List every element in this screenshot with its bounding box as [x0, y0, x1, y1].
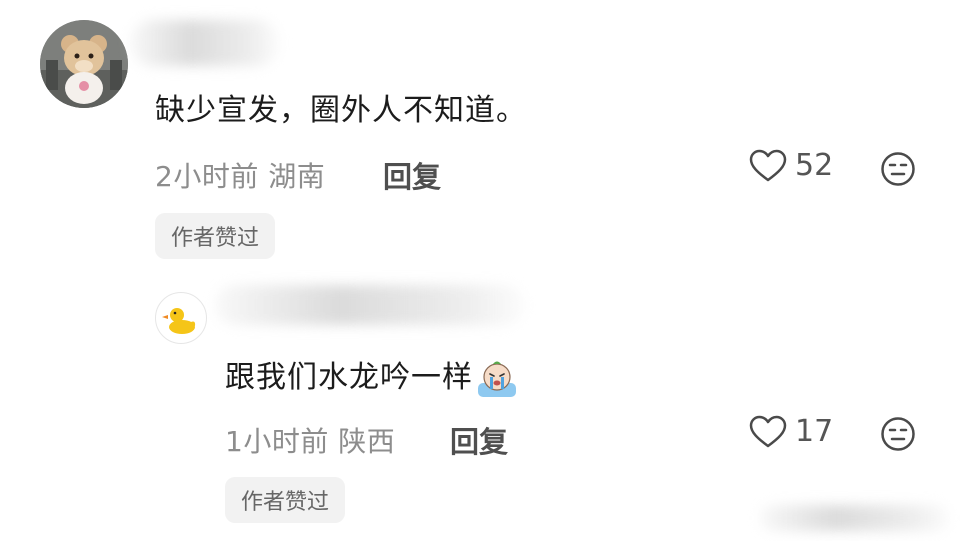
- comment-time: 1小时前: [225, 425, 329, 458]
- like-button[interactable]: 17: [749, 414, 833, 449]
- unamused-face-icon: [881, 417, 915, 451]
- bear-avatar-icon: [40, 20, 128, 108]
- crying-emoji-icon: [475, 357, 519, 401]
- comment-time: 2小时前: [155, 160, 259, 193]
- comment-location: 陕西: [338, 425, 396, 458]
- user-avatar[interactable]: [40, 20, 128, 108]
- like-count: 52: [795, 148, 834, 183]
- reply-button[interactable]: 回复: [383, 154, 441, 196]
- reply-button[interactable]: 回复: [450, 419, 508, 461]
- username-blurred[interactable]: [215, 285, 525, 325]
- author-liked-badge: 作者赞过: [225, 477, 346, 523]
- comment-text: 缺少宣发，圈外人不知道。: [155, 93, 527, 128]
- unamused-face-icon: [881, 152, 915, 186]
- heart-icon: [749, 149, 787, 181]
- dislike-button[interactable]: [880, 151, 916, 187]
- dislike-button[interactable]: [880, 416, 916, 452]
- username-blurred[interactable]: [130, 20, 280, 66]
- comment-meta: 2小时前 湖南: [155, 155, 325, 195]
- author-liked-badge: 作者赞过: [155, 213, 276, 259]
- duck-avatar-icon: [162, 308, 196, 334]
- comment-meta: 1小时前 陕西: [225, 420, 395, 460]
- comment-location: 湖南: [268, 160, 326, 193]
- comment-text: 跟我们水龙吟一样: [225, 352, 519, 401]
- heart-icon: [749, 415, 787, 447]
- like-button[interactable]: 52: [749, 148, 833, 183]
- user-avatar[interactable]: [155, 292, 207, 344]
- like-count: 17: [795, 414, 834, 449]
- watermark-blurred: [760, 505, 950, 531]
- comment-text-content: 跟我们水龙吟一样: [225, 360, 473, 395]
